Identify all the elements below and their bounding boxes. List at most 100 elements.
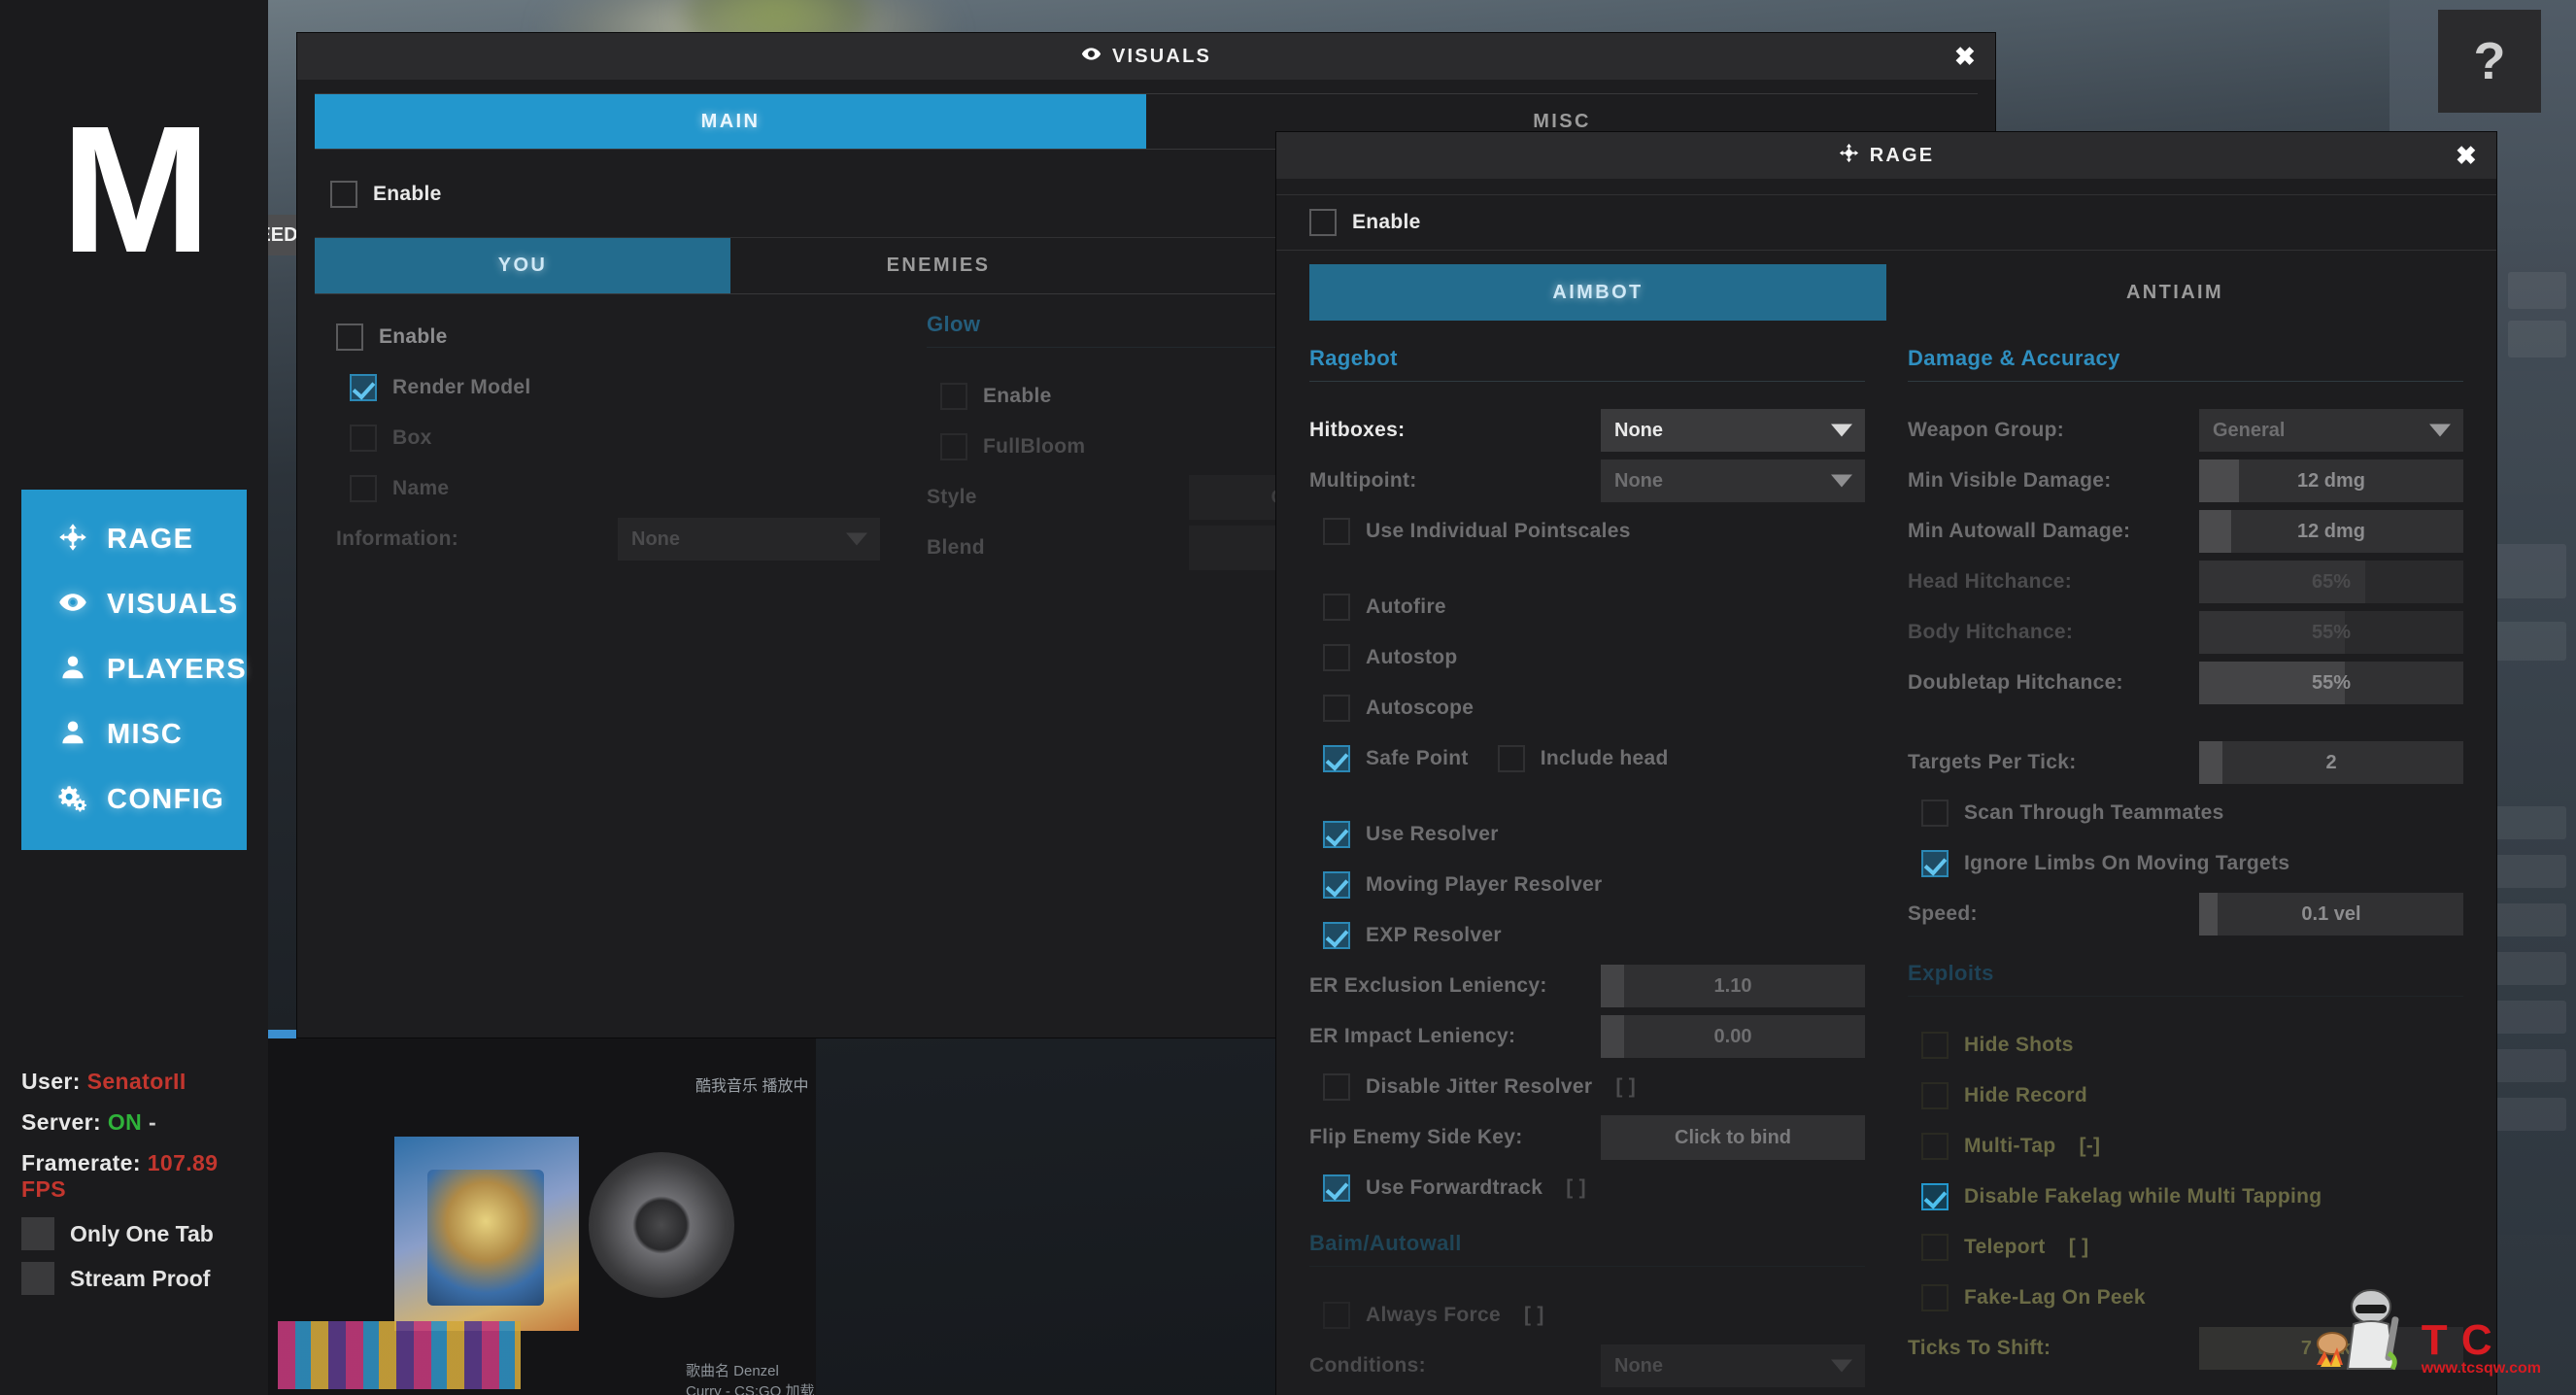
- tab-enemies[interactable]: ENEMIES: [730, 238, 1146, 293]
- checkbox-box: [1323, 1174, 1350, 1202]
- hitboxes-dropdown[interactable]: None: [1601, 409, 1865, 452]
- tab-you[interactable]: YOU: [315, 238, 730, 293]
- sidebar-item-misc[interactable]: MISC: [21, 702, 247, 767]
- box-checkbox[interactable]: Box: [350, 413, 898, 463]
- flip-enemy-side-bind-button[interactable]: Click to bind: [1601, 1115, 1865, 1160]
- speed-value: 0.1 vel: [2301, 902, 2361, 925]
- use-resolver-checkbox[interactable]: Use Resolver: [1323, 809, 1865, 860]
- only-one-tab-checkbox[interactable]: Only One Tab: [21, 1217, 264, 1250]
- sidebar-item-rage[interactable]: RAGE: [21, 507, 247, 572]
- body-hitchance-value: 55%: [2311, 621, 2352, 643]
- glow-blend-label: Blend: [927, 536, 985, 559]
- chevron-down-icon: [2429, 424, 2451, 437]
- visuals-enable-label: Enable: [373, 183, 442, 205]
- hide-record-checkbox[interactable]: Hide Record: [1921, 1071, 2463, 1121]
- server-label: Server:: [21, 1109, 102, 1135]
- checkbox-box: [1323, 644, 1350, 671]
- music-meta: 酷我音乐 播放中: [695, 1078, 809, 1095]
- you-enable-checkbox[interactable]: Enable: [336, 312, 898, 362]
- checkbox-box: [336, 323, 363, 351]
- album-thumbnails: [278, 1321, 521, 1389]
- mascot-icon: [2305, 1283, 2412, 1378]
- safe-point-checkbox[interactable]: Safe Point: [1323, 733, 1469, 784]
- speed-slider[interactable]: 0.1 vel: [2199, 893, 2463, 936]
- multi-tap-bind[interactable]: [-]: [2079, 1135, 2100, 1158]
- moving-player-resolver-checkbox[interactable]: Moving Player Resolver: [1323, 860, 1865, 910]
- rage-titlebar[interactable]: RAGE ✖: [1276, 132, 2496, 179]
- autostop-checkbox[interactable]: Autostop: [1323, 632, 1865, 683]
- teleport-label: Teleport: [1964, 1236, 2046, 1258]
- crosshair-icon: [1839, 143, 1859, 169]
- glow-enable-label: Enable: [983, 385, 1052, 407]
- er-exclusion-slider[interactable]: 1.10: [1601, 965, 1865, 1007]
- rage-enable-checkbox[interactable]: Enable: [1309, 195, 2463, 250]
- sidebar-item-label: VISUALS: [107, 589, 239, 620]
- multi-tap-checkbox[interactable]: Multi-Tap: [1921, 1121, 2055, 1172]
- use-forwardtrack-checkbox[interactable]: Use Forwardtrack: [1323, 1163, 1542, 1213]
- sidebar: M RAGE VISUALS PLAYERS MISC CONFIG User:…: [0, 0, 268, 1395]
- visuals-titlebar[interactable]: VISUALS ✖: [297, 33, 1995, 80]
- checkbox-box: [1921, 850, 1949, 877]
- information-dropdown[interactable]: None: [618, 518, 880, 561]
- always-force-checkbox[interactable]: Always Force: [1323, 1290, 1501, 1341]
- multi-tap-label: Multi-Tap: [1964, 1135, 2056, 1157]
- checkbox-box: [1921, 1133, 1949, 1160]
- head-hitchance-slider[interactable]: 65%: [2199, 561, 2463, 603]
- watermark-url: www.tcsqw.com: [2421, 1360, 2541, 1377]
- sidebar-item-config[interactable]: CONFIG: [21, 767, 247, 833]
- hitboxes-value: None: [1614, 419, 1663, 441]
- min-autowall-damage-label: Min Autowall Damage:: [1908, 520, 2131, 542]
- stream-proof-checkbox[interactable]: Stream Proof: [21, 1262, 264, 1295]
- min-visible-damage-slider[interactable]: 12 dmg: [2199, 459, 2463, 502]
- min-autowall-damage-slider[interactable]: 12 dmg: [2199, 510, 2463, 553]
- autoscope-label: Autoscope: [1366, 697, 1474, 719]
- sidebar-item-players[interactable]: PLAYERS: [21, 637, 247, 702]
- checkbox-box: [1323, 871, 1350, 899]
- teleport-checkbox[interactable]: Teleport: [1921, 1222, 2046, 1273]
- tab-antiaim[interactable]: ANTIAIM: [1886, 264, 2463, 321]
- sidebar-item-visuals[interactable]: VISUALS: [21, 572, 247, 637]
- cd-disc-icon: [589, 1152, 734, 1298]
- checkbox-box: [940, 383, 967, 410]
- hide-shots-checkbox[interactable]: Hide Shots: [1921, 1020, 2463, 1071]
- name-checkbox[interactable]: Name: [350, 463, 898, 514]
- weapon-group-label: Weapon Group:: [1908, 419, 2064, 441]
- disable-jitter-bind[interactable]: [ ]: [1615, 1075, 1636, 1099]
- game-panel-card: [2508, 321, 2566, 357]
- multipoint-dropdown[interactable]: None: [1601, 459, 1865, 502]
- disable-jitter-resolver-label: Disable Jitter Resolver: [1366, 1075, 1593, 1098]
- framerate-label: Framerate:: [21, 1150, 141, 1175]
- er-impact-slider[interactable]: 0.00: [1601, 1015, 1865, 1058]
- use-forwardtrack-bind[interactable]: [ ]: [1566, 1176, 1586, 1200]
- targets-per-tick-slider[interactable]: 2: [2199, 741, 2463, 784]
- body-hitchance-slider[interactable]: 55%: [2199, 611, 2463, 654]
- conditions-dropdown[interactable]: None: [1601, 1344, 1865, 1387]
- rage-enable-label: Enable: [1352, 211, 1421, 233]
- conditions-label: Conditions:: [1309, 1354, 1426, 1377]
- render-model-checkbox[interactable]: Render Model: [350, 362, 898, 413]
- disable-jitter-resolver-checkbox[interactable]: Disable Jitter Resolver: [1323, 1062, 1592, 1112]
- tab-main[interactable]: MAIN: [315, 94, 1146, 149]
- help-button[interactable]: ?: [2438, 10, 2541, 113]
- exp-resolver-checkbox[interactable]: EXP Resolver: [1323, 910, 1865, 961]
- close-icon[interactable]: ✖: [1954, 44, 1978, 69]
- use-individual-pointscales-checkbox[interactable]: Use Individual Pointscales: [1323, 506, 1865, 557]
- disable-fakelag-checkbox[interactable]: Disable Fakelag while Multi Tapping: [1921, 1172, 2463, 1222]
- fake-lag-on-peek-label: Fake-Lag On Peek: [1964, 1286, 2146, 1309]
- person-icon: [58, 718, 87, 752]
- always-force-bind[interactable]: [ ]: [1524, 1304, 1544, 1327]
- close-icon[interactable]: ✖: [2456, 143, 2479, 168]
- autoscope-checkbox[interactable]: Autoscope: [1323, 683, 1865, 733]
- include-head-checkbox[interactable]: Include head: [1497, 733, 1669, 784]
- ignore-limbs-checkbox[interactable]: Ignore Limbs On Moving Targets: [1921, 838, 2463, 889]
- sidebar-item-label: CONFIG: [107, 784, 225, 815]
- disable-fakelag-label: Disable Fakelag while Multi Tapping: [1964, 1185, 2322, 1208]
- site-watermark: T C www.tcsqw.com: [2305, 1283, 2541, 1378]
- you-enable-label: Enable: [379, 325, 448, 348]
- autofire-checkbox[interactable]: Autofire: [1323, 582, 1865, 632]
- doubletap-hitchance-slider[interactable]: 55%: [2199, 662, 2463, 704]
- scan-through-teammates-checkbox[interactable]: Scan Through Teammates: [1921, 788, 2463, 838]
- teleport-bind[interactable]: [ ]: [2069, 1236, 2089, 1259]
- tab-aimbot[interactable]: AIMBOT: [1309, 264, 1886, 321]
- weapon-group-dropdown[interactable]: General: [2199, 409, 2463, 452]
